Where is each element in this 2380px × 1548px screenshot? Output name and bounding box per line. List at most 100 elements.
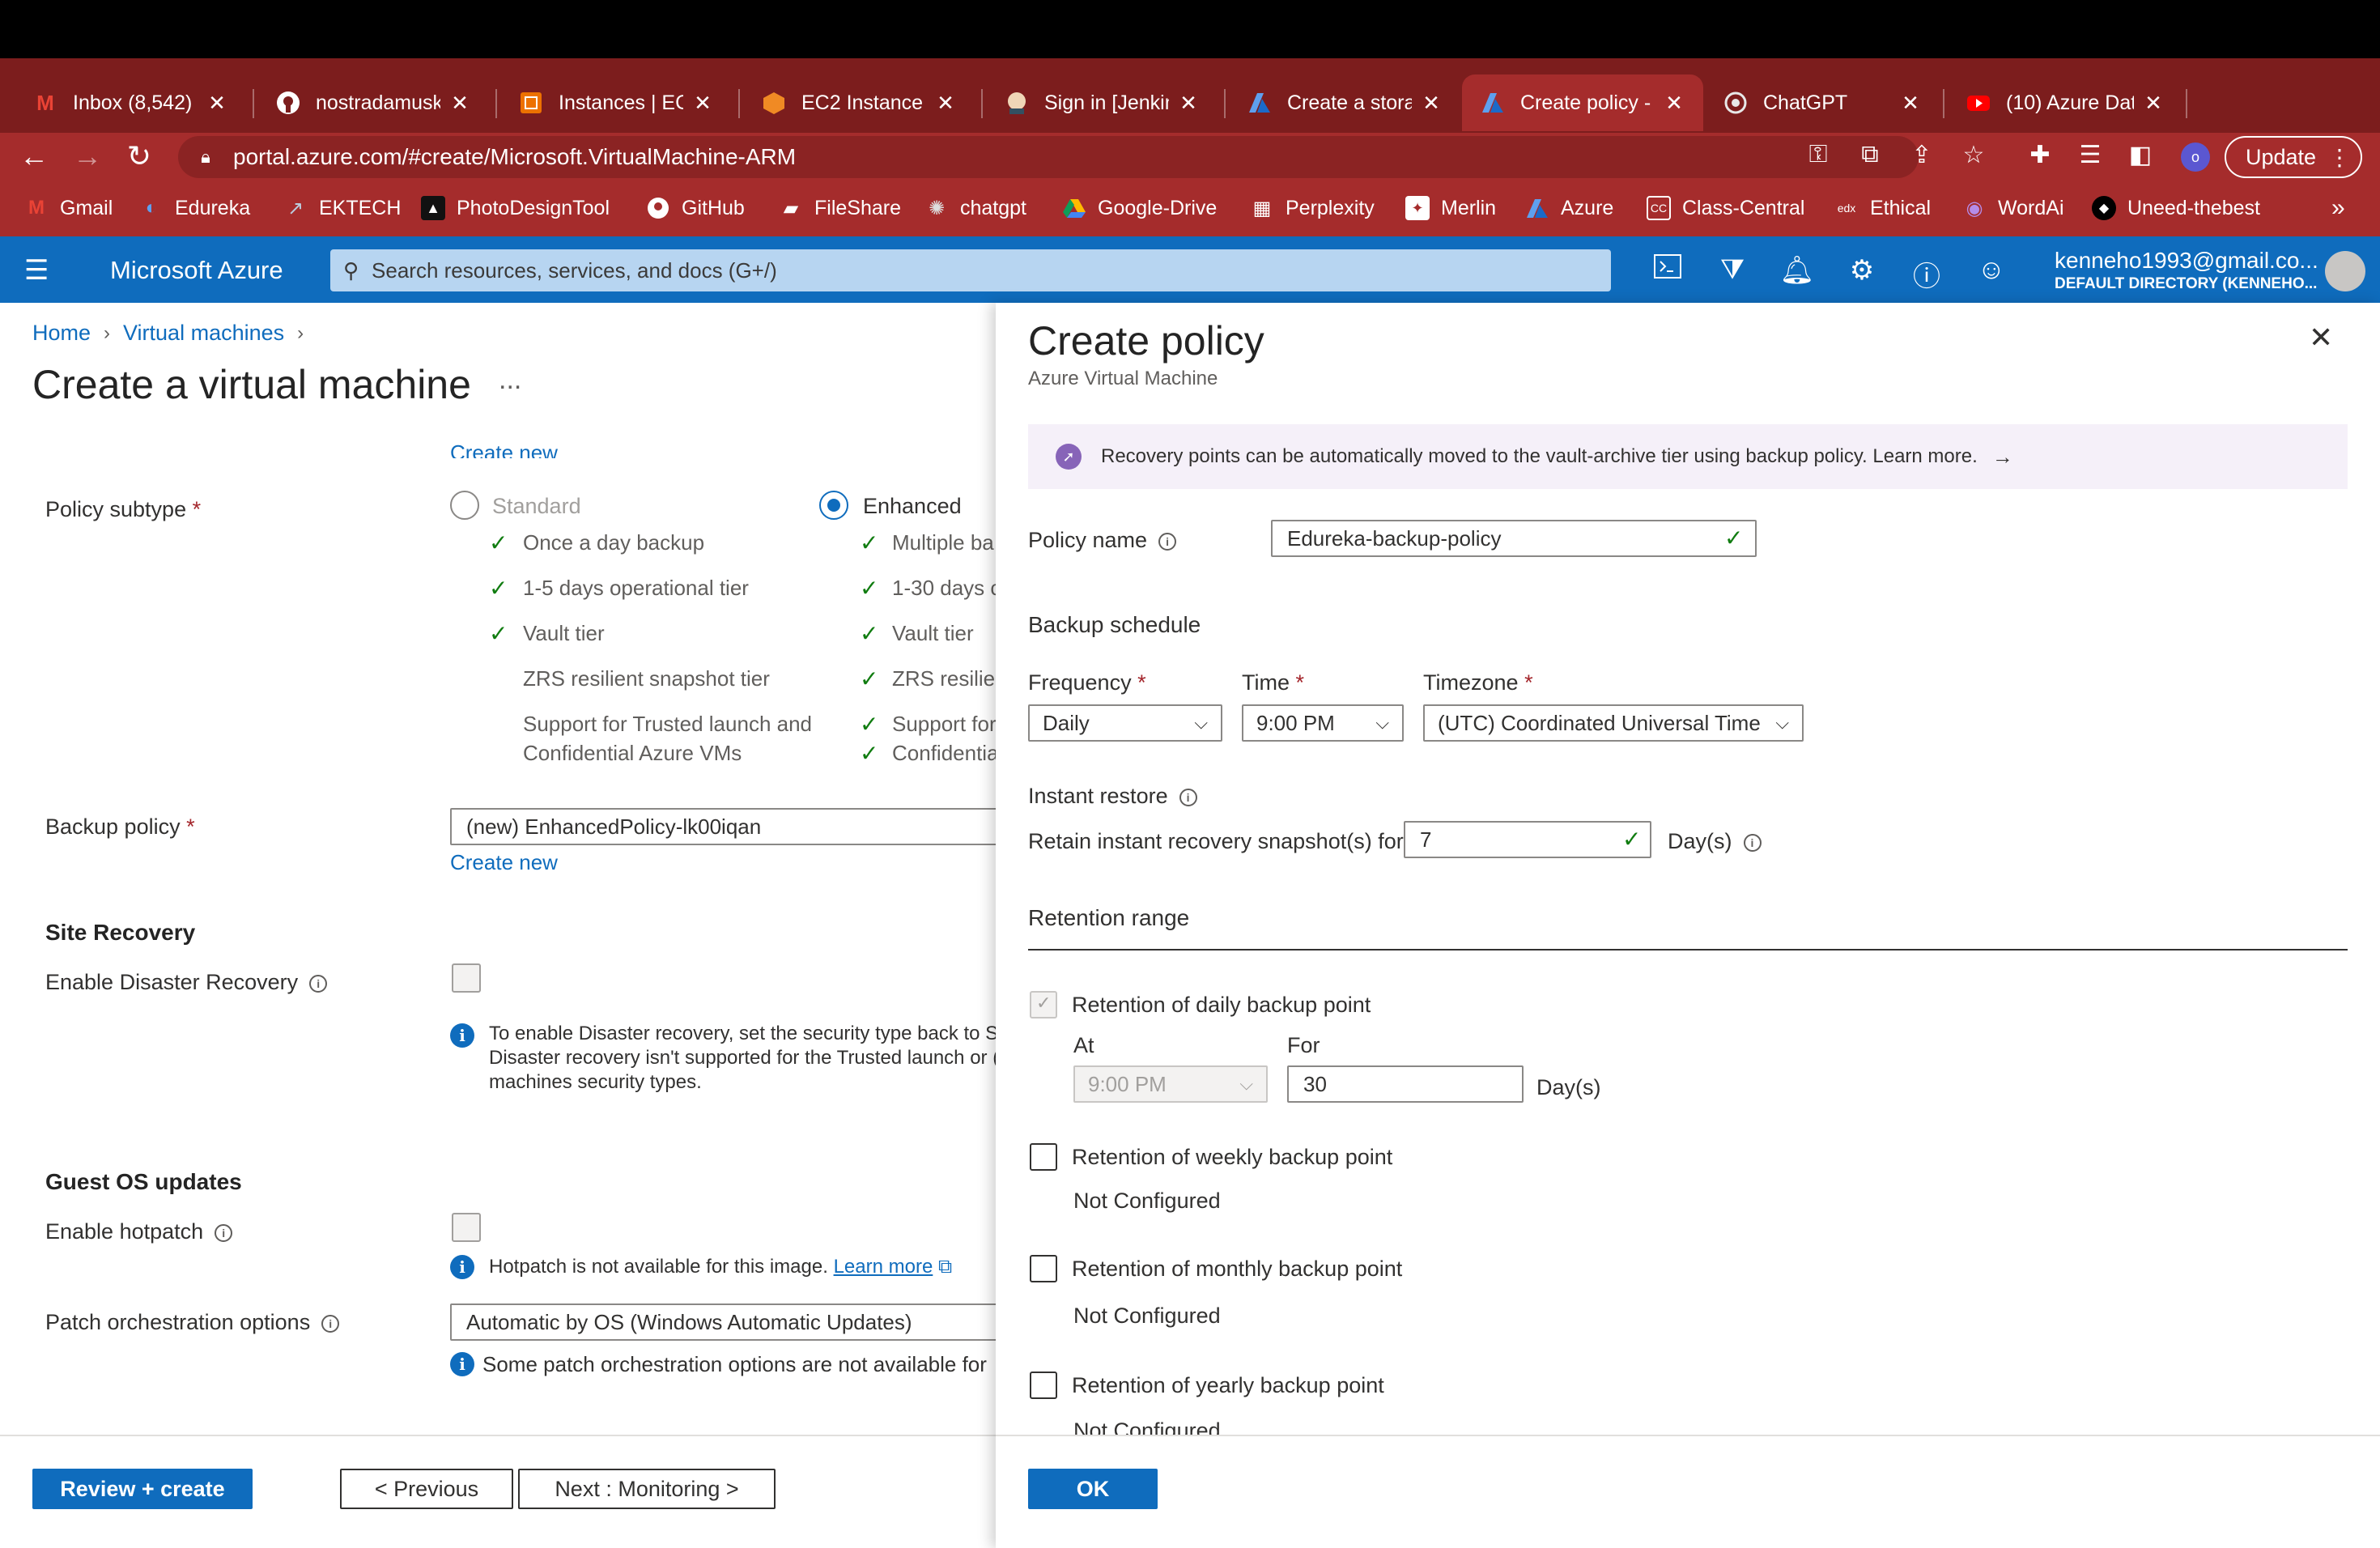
bookmark-item[interactable]: ◉ WordAi: [1962, 196, 2064, 220]
bookmark-item[interactable]: ▦ Perplexity: [1250, 196, 1375, 220]
bookmark-item[interactable]: ◐ Edureka: [139, 196, 250, 220]
bookmark-item[interactable]: Google-Drive: [1062, 196, 1217, 220]
standard-radio[interactable]: [450, 491, 479, 520]
frequency-dropdown[interactable]: Daily ⌵: [1028, 704, 1222, 742]
enhanced-radio[interactable]: [819, 491, 848, 520]
banner-text[interactable]: Recovery points can be automatically mov…: [1101, 445, 1978, 468]
bookmark-item[interactable]: ✺ chatgpt: [924, 196, 1026, 220]
info-icon[interactable]: i: [309, 974, 328, 993]
learn-more-link[interactable]: Learn more: [834, 1256, 933, 1278]
review-create-button[interactable]: Review + create: [32, 1469, 253, 1509]
photodesign-icon: ▲: [421, 196, 445, 220]
bookmark-item[interactable]: ◆ Uneed-thebest: [2092, 196, 2260, 220]
next-monitoring-button[interactable]: Next : Monitoring >: [518, 1469, 776, 1509]
forward-icon[interactable]: →: [70, 139, 105, 173]
close-tab-icon[interactable]: ✕: [1420, 91, 1443, 116]
browser-tab[interactable]: M Inbox (8,542) - ✕: [15, 74, 246, 131]
reload-icon[interactable]: ↻: [121, 139, 157, 173]
close-tab-icon[interactable]: ✕: [1177, 91, 1200, 116]
uneed-icon: ◆: [2092, 196, 2116, 220]
time-dropdown[interactable]: 9:00 PM ⌵: [1242, 704, 1404, 742]
profile-avatar[interactable]: o: [2181, 142, 2210, 172]
close-tab-icon[interactable]: ✕: [934, 91, 957, 116]
monthly-retention-checkbox[interactable]: [1030, 1255, 1057, 1282]
key-icon[interactable]: ⚿: [1802, 141, 1834, 168]
global-search-input[interactable]: ⚲ Search resources, services, and docs (…: [330, 249, 1611, 291]
bookmark-item[interactable]: CC Class-Central: [1647, 196, 1804, 220]
bookmark-item[interactable]: M Gmail: [24, 196, 113, 220]
update-button[interactable]: Update ⋮: [2225, 136, 2362, 178]
side-panel-icon[interactable]: ◧: [2124, 141, 2157, 169]
bookmark-item[interactable]: Azure: [1525, 196, 1613, 220]
retain-days-unit: Day(s) i: [1668, 829, 1762, 854]
previous-button[interactable]: < Previous: [340, 1469, 513, 1509]
yearly-retention-checkbox[interactable]: [1030, 1372, 1057, 1399]
bookmark-item[interactable]: ✦ Merlin: [1405, 196, 1496, 220]
arrow-right-icon[interactable]: →: [1992, 444, 2013, 470]
account-info[interactable]: kenneho1993@gmail.co... DEFAULT DIRECTOR…: [2055, 248, 2318, 293]
create-new-link-top[interactable]: Create new: [450, 440, 558, 458]
browser-tab[interactable]: ChatGPT ✕: [1705, 74, 1940, 131]
browser-tab[interactable]: nostradamusk ✕: [257, 74, 489, 131]
lock-icon[interactable]: 🔒︎: [189, 147, 222, 168]
patch-orchestration-dropdown[interactable]: Automatic by OS (Windows Automatic Updat…: [450, 1303, 1017, 1341]
retain-days-input[interactable]: 7: [1404, 821, 1651, 858]
help-icon[interactable]: ⓘ: [1909, 254, 1944, 294]
browser-tab-active[interactable]: Create policy - ✕: [1462, 74, 1703, 131]
info-icon[interactable]: i: [1158, 532, 1177, 551]
bookmark-item[interactable]: GitHub: [646, 196, 745, 220]
close-tab-icon[interactable]: ✕: [691, 91, 714, 116]
reading-list-icon[interactable]: ☰: [2074, 141, 2106, 169]
backup-policy-dropdown[interactable]: (new) EnhancedPolicy-lk00iqan: [450, 808, 1017, 845]
create-new-link[interactable]: Create new: [450, 850, 558, 875]
azure-brand[interactable]: Microsoft Azure: [110, 256, 283, 285]
share-icon[interactable]: ⇪: [1906, 141, 1938, 169]
extensions-icon[interactable]: ✚: [2024, 141, 2056, 169]
bookmark-item[interactable]: ▰ FileShare: [779, 196, 901, 220]
close-tab-icon[interactable]: ✕: [1663, 91, 1685, 116]
back-icon[interactable]: ←: [16, 139, 52, 173]
policy-name-input[interactable]: Edureka-backup-policy: [1271, 520, 1757, 557]
bookmarks-overflow-icon[interactable]: »: [2331, 194, 2345, 222]
browser-tab[interactable]: (10) Azure Dat ✕: [1948, 74, 2182, 131]
more-options-icon[interactable]: ...: [499, 364, 521, 396]
address-bar[interactable]: 🔒︎ portal.azure.com/#create/Microsoft.Vi…: [178, 136, 1919, 178]
cloud-shell-icon[interactable]: [1650, 254, 1685, 286]
timezone-dropdown[interactable]: (UTC) Coordinated Universal Time ⌵: [1423, 704, 1804, 742]
breadcrumb-virtual-machines[interactable]: Virtual machines: [123, 321, 284, 346]
weekly-retention-checkbox[interactable]: [1030, 1143, 1057, 1171]
close-tab-icon[interactable]: ✕: [1899, 91, 1922, 116]
close-tab-icon[interactable]: ✕: [206, 91, 228, 116]
more-vert-icon[interactable]: ⋮: [2328, 144, 2351, 171]
browser-tab[interactable]: Instances | EC2 ✕: [500, 74, 732, 131]
directory-filter-icon[interactable]: ⧩: [1715, 254, 1750, 286]
enable-dr-checkbox[interactable]: [452, 963, 481, 993]
info-icon[interactable]: i: [1743, 833, 1762, 852]
bookmark-item[interactable]: ↗ EKTECH: [283, 196, 401, 220]
gear-icon[interactable]: ⚙: [1844, 254, 1880, 287]
daily-retention-checkbox[interactable]: [1030, 991, 1057, 1019]
open-external-icon[interactable]: ⧉: [1854, 141, 1886, 168]
browser-tab[interactable]: Sign in [Jenkin ✕: [986, 74, 1218, 131]
info-icon[interactable]: i: [321, 1314, 340, 1333]
info-icon[interactable]: i: [215, 1223, 233, 1242]
browser-tab[interactable]: Create a storag ✕: [1229, 74, 1460, 131]
bookmark-item[interactable]: ▲ PhotoDesignTool: [421, 196, 610, 220]
close-icon[interactable]: ✕: [2309, 321, 2333, 355]
external-link-icon[interactable]: ⧉: [938, 1256, 952, 1278]
close-tab-icon[interactable]: ✕: [2142, 91, 2165, 116]
hamburger-menu-icon[interactable]: ☰: [24, 254, 49, 287]
ok-button[interactable]: OK: [1028, 1469, 1158, 1509]
daily-for-input[interactable]: 30: [1287, 1065, 1524, 1103]
close-tab-icon[interactable]: ✕: [448, 91, 471, 116]
feedback-icon[interactable]: ☺: [1974, 254, 2009, 286]
info-icon[interactable]: i: [1179, 788, 1197, 806]
bell-icon[interactable]: 🔔︎: [1779, 254, 1815, 287]
daily-at-dropdown[interactable]: 9:00 PM ⌵: [1073, 1065, 1268, 1103]
browser-tab[interactable]: EC2 Instance C ✕: [743, 74, 975, 131]
breadcrumb-home[interactable]: Home: [32, 321, 91, 346]
star-icon[interactable]: ☆: [1957, 141, 1990, 169]
bookmark-item[interactable]: edx Ethical: [1834, 196, 1931, 220]
enable-hotpatch-checkbox[interactable]: [452, 1213, 481, 1242]
avatar[interactable]: [2325, 251, 2365, 291]
